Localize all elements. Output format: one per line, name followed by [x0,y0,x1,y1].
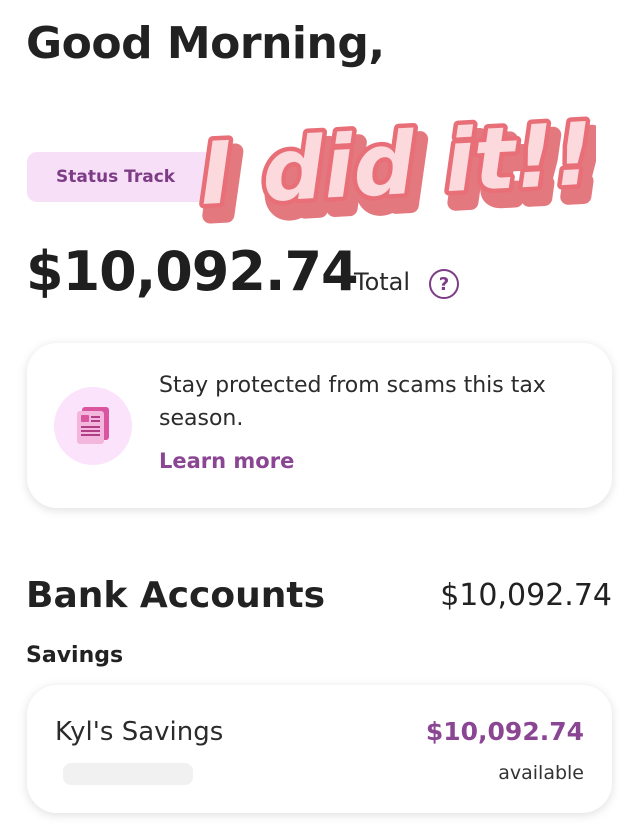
document-icon [54,387,132,465]
greeting-heading: Good Morning, [26,18,385,69]
sticker-fill-text: I did it!!! [198,102,596,225]
savings-section-heading: Savings [26,643,124,668]
bank-accounts-total: $10,092.74 [440,578,612,613]
masked-account-number [63,763,193,785]
total-label: Total [354,268,411,296]
account-status: available [498,762,584,784]
status-tracker-label: Status Track [56,167,176,187]
scam-alert-text: Stay protected from scams this tax seaso… [159,373,546,431]
bank-accounts-heading: Bank Accounts [26,575,326,616]
account-balance: $10,092.74 [425,717,584,746]
i-did-it-sticker: I did it!!! I did it!!! I did it!!! [193,98,596,232]
savings-account-card[interactable]: Kyl's Savings $10,092.74 available [27,685,612,813]
total-balance: $10,092.74 [26,240,359,303]
learn-more-link[interactable]: Learn more [159,449,294,473]
account-name: Kyl's Savings [55,717,224,747]
help-glyph: ? [438,273,450,295]
help-icon[interactable]: ? [429,269,459,299]
app-screen: Good Morning, Status Track I did it!!! I… [0,0,640,824]
scam-alert-card[interactable]: Stay protected from scams this tax seaso… [27,343,612,508]
